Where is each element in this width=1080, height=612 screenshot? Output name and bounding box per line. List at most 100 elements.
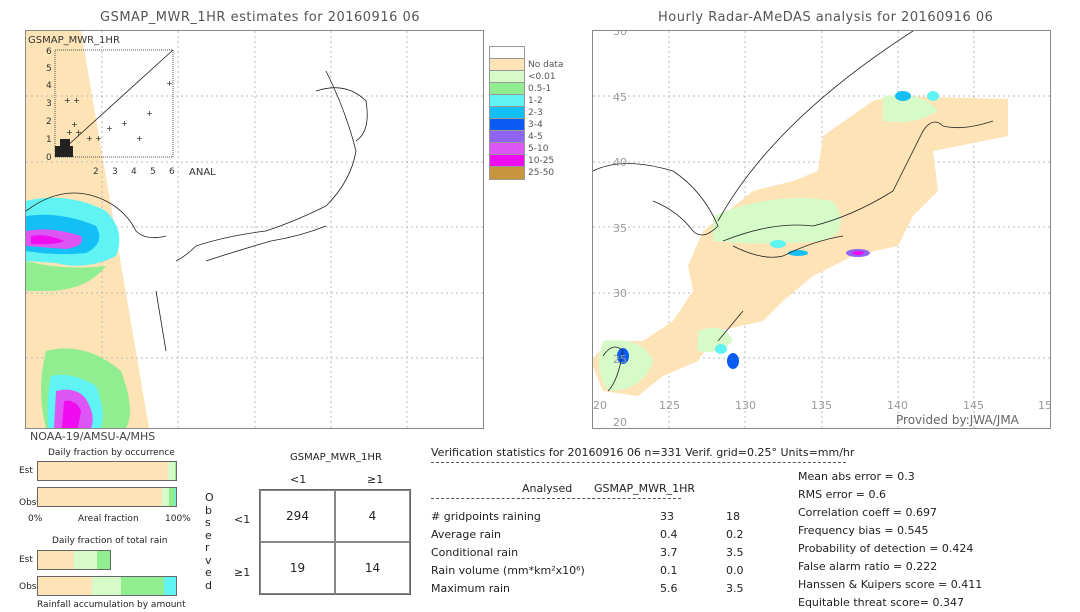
svg-text:130: 130	[735, 399, 756, 412]
svg-text:2: 2	[46, 117, 52, 127]
observed-label: Observed	[205, 491, 214, 592]
score-line: False alarm ratio = 0.222	[798, 560, 938, 573]
stat-est: 0.2	[726, 528, 744, 541]
svg-text:6: 6	[46, 47, 52, 57]
stat-label: Rain volume (mm*km²x10⁶)	[431, 564, 585, 577]
svg-text:+: +	[71, 120, 78, 129]
row-label-ge1: ≥1	[234, 566, 251, 579]
svg-text:125: 125	[659, 399, 680, 412]
verification-figure: GSMAP_MWR_1HR estimates for 20160916 06 …	[0, 0, 1080, 612]
stat-label: # gridpoints raining	[431, 510, 541, 523]
col-label-lt1: <1	[290, 473, 307, 486]
score-line: Frequency bias = 0.545	[798, 524, 929, 537]
score-line: Mean abs error = 0.3	[798, 470, 915, 483]
svg-text:+ +: + +	[64, 96, 80, 105]
stat-analysed: 0.1	[660, 564, 678, 577]
right-map-svg: 50 45 40 35 30 25 20 20 125 130 135 140 145 15 Provi…	[593, 31, 1050, 428]
svg-text:25: 25	[613, 353, 627, 366]
left-map: + + + + + + + + + + + + 0123456 23456 GSMAP_MWR…	[25, 30, 484, 429]
legend-label: 2-3	[528, 108, 543, 118]
bar-segment	[163, 577, 176, 595]
score-line: RMS error = 0.6	[798, 488, 886, 501]
credit-text: Provided by:JWA/JMA	[896, 413, 1020, 427]
svg-text:4: 4	[131, 167, 137, 177]
est-label: Est	[19, 466, 33, 476]
stat-analysed: 5.6	[660, 582, 678, 595]
svg-text:0: 0	[46, 153, 52, 163]
stat-est: 0.0	[726, 564, 744, 577]
verification-header: Verification statistics for 20160916 06 …	[431, 446, 855, 459]
legend-label: 25-50	[528, 168, 555, 178]
score-line: Equitable threat score= 0.347	[798, 596, 964, 609]
stat-est: 3.5	[726, 546, 744, 559]
left-map-svg: + +++ + + ++++++ 0123456 23456 GSMAP_MWR…	[26, 31, 483, 428]
svg-text:+: +	[136, 134, 143, 143]
bar-segment	[38, 551, 74, 569]
svg-text:15: 15	[1038, 399, 1050, 412]
svg-text:40: 40	[613, 156, 627, 169]
stat-label: Maximum rain	[431, 582, 510, 595]
row-label-lt1: <1	[234, 513, 251, 526]
axis-left-label: 0%	[28, 514, 43, 524]
accum-title: Rainfall accumulation by amount	[37, 600, 186, 610]
lon-ticks: 20 125 130 135 140 145 15	[593, 399, 1050, 412]
svg-text:50: 50	[613, 31, 627, 38]
occurrence-est-bar	[37, 461, 177, 481]
svg-text:4: 4	[46, 81, 52, 91]
stat-analysed: 3.7	[660, 546, 678, 559]
bar-segment	[73, 551, 98, 569]
analysis-area	[593, 96, 1008, 396]
svg-text:30: 30	[613, 287, 627, 300]
stat-analysed: 33	[660, 510, 674, 523]
score-line: Correlation coeff = 0.697	[798, 506, 937, 519]
satellite-label: NOAA-19/AMSU-A/MHS	[30, 430, 156, 443]
occurrence-title: Daily fraction by occurrence	[48, 448, 175, 458]
legend-label: 10-25	[528, 156, 555, 166]
legend-label: 0.5-1	[528, 84, 552, 94]
right-map-title: Hourly Radar-AMeDAS analysis for 2016091…	[658, 10, 994, 25]
bar-segment	[162, 488, 170, 506]
svg-text:3: 3	[46, 99, 52, 109]
bar-segment	[120, 577, 164, 595]
svg-text:45: 45	[613, 91, 627, 104]
stat-est: 3.5	[726, 582, 744, 595]
obs-label: Obs	[19, 498, 37, 508]
contingency-title: GSMAP_MWR_1HR	[290, 452, 382, 463]
svg-text:+ +: + +	[86, 134, 102, 143]
legend-label: 3-4	[528, 120, 543, 130]
stat-analysed: 0.4	[660, 528, 678, 541]
cell-hit: 14	[335, 542, 410, 594]
bar-segment	[91, 577, 121, 595]
axis-mid-label: Areal fraction	[78, 514, 139, 524]
stat-label: Average rain	[431, 528, 501, 541]
cell-hit-none: 294	[260, 490, 335, 542]
occurrence-obs-bar	[37, 487, 177, 507]
svg-text:135: 135	[811, 399, 832, 412]
cell-false-alarm: 4	[335, 490, 410, 542]
svg-text:3: 3	[112, 167, 118, 177]
bar-segment	[38, 488, 163, 506]
divider-2	[431, 498, 681, 499]
legend-swatch	[489, 166, 525, 180]
axis-right-label: 100%	[165, 514, 191, 524]
svg-text:+: +	[106, 124, 113, 133]
legend-label: 4-5	[528, 132, 543, 142]
contingency-table: 294 4 19 14	[259, 489, 411, 595]
col-analysed: Analysed	[522, 482, 573, 495]
scatter-y-label: GSMAP_MWR_1HR	[28, 35, 120, 46]
bar-segment	[38, 577, 92, 595]
svg-text:5: 5	[46, 64, 52, 74]
score-line: Hanssen & Kuipers score = 0.411	[798, 578, 983, 591]
legend-label: <0.01	[528, 72, 556, 82]
scatter-x-label: ANAL	[189, 167, 216, 178]
svg-text:+: +	[121, 119, 128, 128]
svg-text:145: 145	[963, 399, 984, 412]
score-line: Probability of detection = 0.424	[798, 542, 974, 555]
cell-miss: 19	[260, 542, 335, 594]
total-rain-title: Daily fraction of total rain	[52, 536, 168, 546]
svg-text:6: 6	[169, 167, 175, 177]
legend-label: No data	[528, 60, 564, 70]
col-label-ge1: ≥1	[367, 473, 384, 486]
total-rain-est-bar	[37, 550, 111, 570]
left-map-title: GSMAP_MWR_1HR estimates for 20160916 06	[100, 10, 421, 25]
